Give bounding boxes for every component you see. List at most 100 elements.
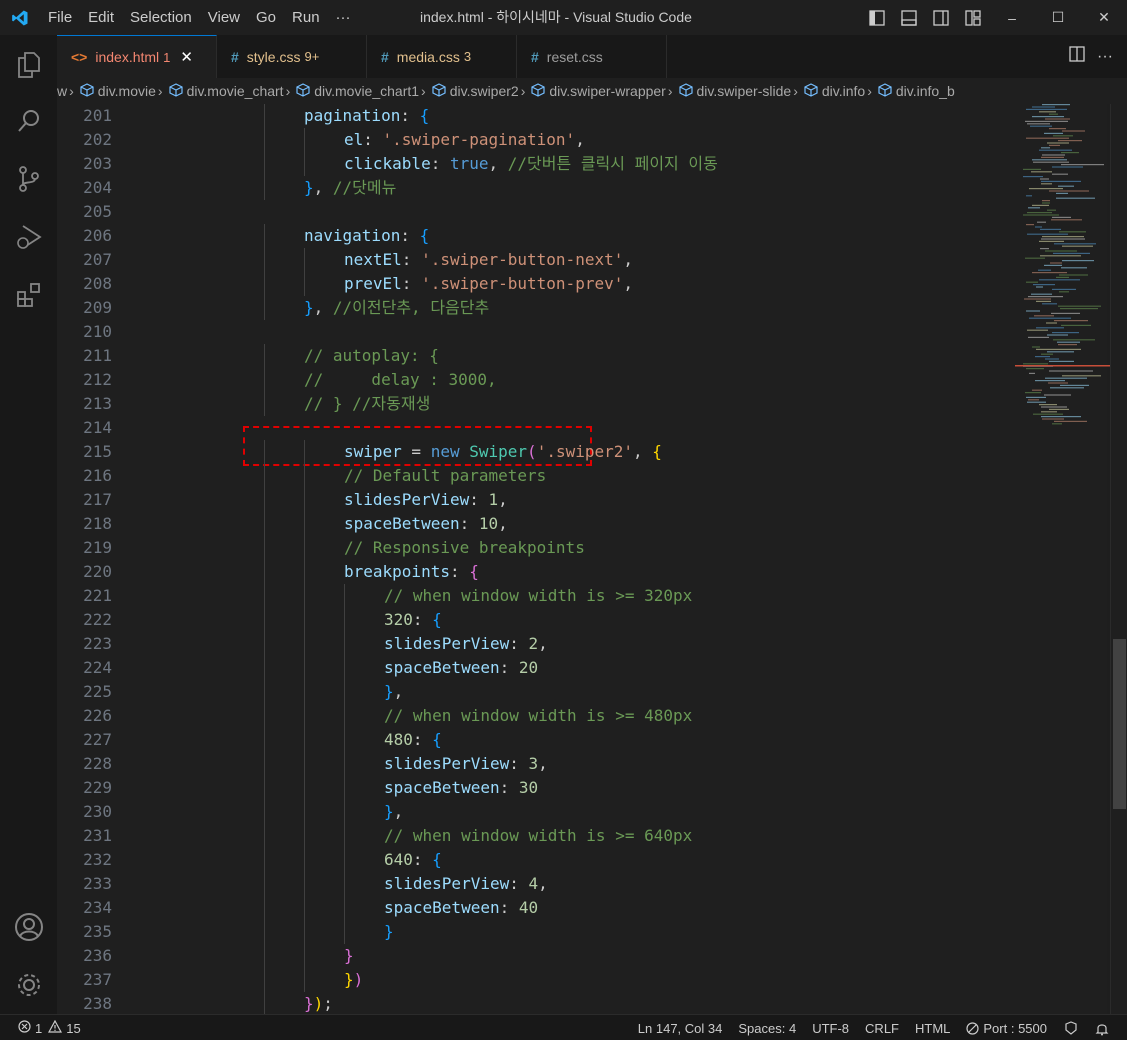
code-text: }); [304, 992, 333, 1014]
breadcrumb-separator: › [69, 83, 74, 99]
code-line: 222 320: { [57, 608, 1107, 632]
search-icon[interactable] [0, 97, 57, 145]
extensions-icon[interactable] [0, 271, 57, 319]
breadcrumb-item[interactable]: div.swiper-wrapper [527, 82, 666, 100]
code-text: 320: { [384, 608, 442, 632]
menu-item-run[interactable]: Run [284, 0, 328, 35]
breadcrumb-item[interactable]: div.info [800, 82, 865, 100]
menu-item-more[interactable]: ··· [328, 0, 359, 35]
code-token: , [575, 130, 585, 149]
code-token: : [401, 274, 422, 293]
breadcrumb-item[interactable]: div.swiper2 [428, 82, 519, 100]
encoding-status[interactable]: UTF-8 [812, 1021, 849, 1036]
code-text: prevEl: '.swiper-button-prev', [344, 272, 633, 296]
line-number: 201 [83, 106, 112, 125]
tab-index-html[interactable]: <> index.html 1 ✕ [57, 35, 217, 78]
minimap-line [1042, 104, 1070, 106]
line-number: 226 [83, 706, 112, 725]
code-token: el [344, 130, 364, 149]
run-and-debug-icon[interactable] [0, 213, 57, 261]
code-token: // when window width is >= 480px [384, 706, 693, 725]
close-window-button[interactable]: ✕ [1081, 0, 1127, 35]
code-token: ) [353, 970, 364, 989]
title-controls: – ☐ ✕ [861, 0, 1127, 35]
menu-item-edit[interactable]: Edit [80, 0, 122, 35]
minimap-line [1054, 420, 1087, 422]
code-token: swiper [344, 442, 402, 461]
split-editor-icon[interactable] [1069, 46, 1085, 67]
menu-item-file[interactable]: File [40, 0, 80, 35]
customize-layout-icon[interactable] [957, 0, 989, 35]
line-number: 236 [83, 946, 112, 965]
menu-item-selection[interactable]: Selection [122, 0, 200, 35]
source-control-icon[interactable] [0, 155, 57, 203]
minimap-line [1048, 382, 1068, 384]
minimap-line [1044, 394, 1071, 396]
minimap[interactable] [1015, 104, 1110, 434]
notifications-bell-icon[interactable] [1095, 1021, 1109, 1036]
scrollbar-thumb[interactable] [1113, 639, 1126, 809]
tab-media-css[interactable]: # media.css 3 [367, 35, 517, 78]
code-line: 201 pagination: { [57, 104, 1107, 128]
toggle-secondary-sidebar-icon[interactable] [925, 0, 957, 35]
breadcrumb-item[interactable]: w [57, 83, 67, 99]
breadcrumb-item[interactable]: div.movie_chart [165, 82, 284, 100]
code-editor[interactable]: 201 pagination: {202 el: '.swiper-paginati… [57, 104, 1107, 1014]
maximize-button[interactable]: ☐ [1035, 0, 1081, 35]
line-number: 207 [83, 250, 112, 269]
line-number: 229 [83, 778, 112, 797]
copilot-icon[interactable] [1063, 1021, 1079, 1035]
minimap-line [1058, 305, 1101, 307]
tab-reset-css[interactable]: # reset.css [517, 35, 667, 78]
line-number: 235 [83, 922, 112, 941]
manage-gear-icon[interactable] [0, 961, 57, 1009]
indent-guide [264, 152, 265, 176]
explorer-icon[interactable] [0, 41, 57, 89]
code-line: 234 spaceBetween: 40 [57, 896, 1107, 920]
live-server-port[interactable]: Port : 5500 [966, 1021, 1047, 1036]
tab-style-css[interactable]: # style.css 9+ [217, 35, 367, 78]
breadcrumb-label: w [57, 83, 68, 99]
breadcrumb-item[interactable]: div.movie_chart1 [292, 82, 419, 100]
code-token: // delay : 3000, [304, 370, 497, 389]
code-text: }) [344, 968, 363, 992]
indent-guide [264, 920, 265, 944]
menu-item-go[interactable]: Go [248, 0, 284, 35]
menu-item-view[interactable]: View [200, 0, 248, 35]
code-token: } [344, 970, 354, 989]
breadcrumb-item[interactable]: div.info_b [874, 82, 955, 100]
account-icon[interactable] [0, 903, 57, 951]
indent-guide [304, 872, 305, 896]
code-token: //닷버튼 클릭시 페이지 이동 [507, 154, 718, 173]
indentation-status[interactable]: Spaces: 4 [738, 1021, 796, 1036]
minimap-line [1060, 384, 1089, 386]
line-number: 233 [83, 874, 112, 893]
indent-guide [304, 800, 305, 824]
minimap-line [1061, 324, 1091, 326]
breadcrumb-item[interactable]: div.movie [76, 82, 156, 100]
minimize-button[interactable]: – [989, 0, 1035, 35]
toggle-primary-sidebar-icon[interactable] [861, 0, 893, 35]
more-actions-icon[interactable]: ··· [1097, 48, 1113, 66]
minimap-line [1029, 188, 1063, 190]
indent-guide [344, 656, 345, 680]
vertical-scrollbar[interactable] [1110, 104, 1127, 1014]
line-number: 215 [83, 442, 112, 461]
eol-status[interactable]: CRLF [865, 1021, 899, 1036]
minimap-line [1045, 250, 1077, 252]
problems-status[interactable]: 1 15 [18, 1015, 81, 1040]
language-mode[interactable]: HTML [915, 1021, 950, 1036]
indent-guide [264, 104, 265, 128]
cursor-position[interactable]: Ln 147, Col 34 [638, 1021, 723, 1036]
code-token: : [469, 490, 489, 509]
minimap-line [1045, 377, 1087, 379]
breadcrumb-item[interactable]: div.swiper-slide [675, 82, 791, 100]
toggle-panel-icon[interactable] [893, 0, 925, 35]
close-tab-icon[interactable]: ✕ [180, 48, 193, 66]
minimap-line [1042, 236, 1084, 238]
minimap-line [1047, 351, 1074, 353]
title-bar: File Edit Selection View Go Run ··· index.html… [0, 0, 1127, 35]
minimap-line [1052, 423, 1062, 425]
minimap-line [1056, 276, 1069, 278]
breadcrumb-separator: › [421, 83, 426, 99]
